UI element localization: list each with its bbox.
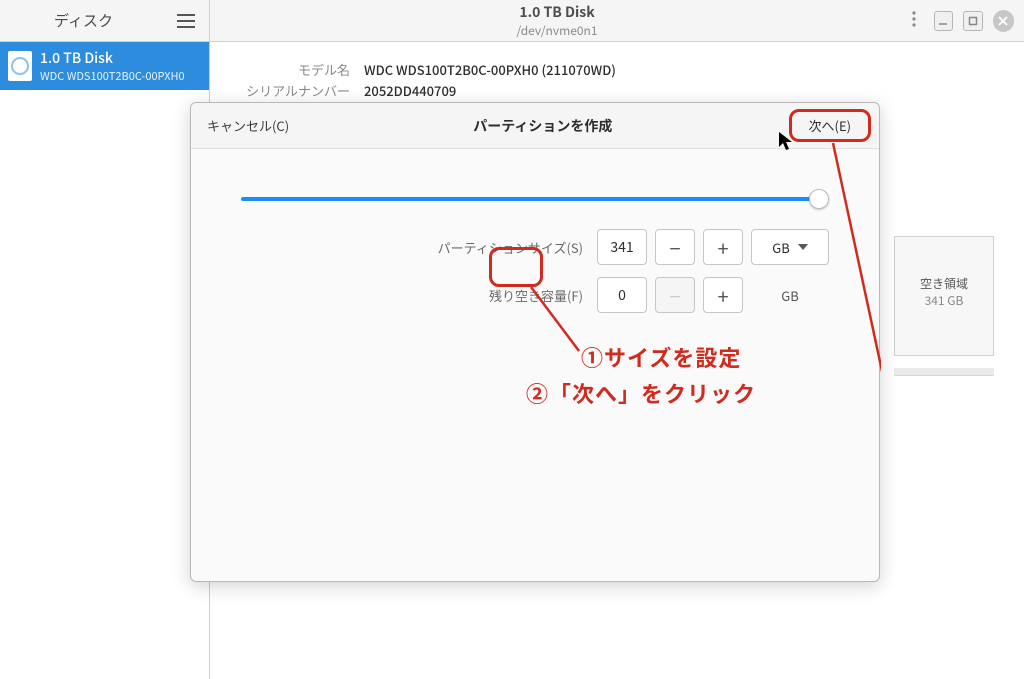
disk-title: 1.0 TB Disk xyxy=(210,2,904,22)
info-row-serial: シリアルナンバー 2052DD440709 xyxy=(240,81,994,100)
sidebar: 1.0 TB Disk WDC WDS100T2B0C-00PXH0 xyxy=(0,42,210,679)
window-header: ディスク 1.0 TB Disk /dev/nvme0n1 xyxy=(0,0,1024,42)
kebab-icon[interactable] xyxy=(904,11,923,31)
app-title: ディスク xyxy=(0,10,167,31)
free-unit-label: GB xyxy=(751,286,829,305)
cursor-icon xyxy=(778,131,794,155)
sidebar-item-disk[interactable]: 1.0 TB Disk WDC WDS100T2B0C-00PXH0 xyxy=(0,42,209,90)
disk-path: /dev/nvme0n1 xyxy=(210,22,904,39)
sidebar-disk-model: WDC WDS100T2B0C-00PXH0 xyxy=(40,68,185,84)
free-minus-button[interactable]: − xyxy=(655,277,695,313)
chevron-down-icon xyxy=(798,244,808,250)
header-center: 1.0 TB Disk /dev/nvme0n1 xyxy=(210,2,904,39)
annotation-text-2: ②「次へ」をクリック xyxy=(526,377,756,409)
partition-size-slider[interactable] xyxy=(241,189,829,209)
free-space-label: 空き領域 xyxy=(895,275,993,292)
row-free-space: 残り空き容量(F) 0 − + GB xyxy=(241,277,829,313)
partition-size-input[interactable]: 341 xyxy=(597,229,647,265)
info-model-value: WDC WDS100T2B0C-00PXH0 (211070WD) xyxy=(364,60,616,79)
info-model-key: モデル名 xyxy=(240,60,350,79)
unit-select[interactable]: GB xyxy=(751,229,829,265)
unit-select-label: GB xyxy=(772,238,790,257)
free-space-input[interactable]: 0 xyxy=(597,277,647,313)
cancel-button[interactable]: キャンセル(C) xyxy=(207,116,289,135)
slider-thumb[interactable] xyxy=(809,189,829,209)
dialog-header: キャンセル(C) パーティションを作成 次へ(E) xyxy=(191,103,879,149)
annotation-text-1: ①サイズを設定 xyxy=(581,341,741,373)
info-serial-key: シリアルナンバー xyxy=(240,81,350,100)
size-plus-button[interactable]: + xyxy=(703,229,743,265)
sidebar-disk-title: 1.0 TB Disk xyxy=(40,48,185,68)
create-partition-dialog: キャンセル(C) パーティションを作成 次へ(E) パーティションサイズ(S) … xyxy=(190,102,880,582)
next-button[interactable]: 次へ(E) xyxy=(797,113,863,138)
info-row-model: モデル名 WDC WDS100T2B0C-00PXH0 (211070WD) xyxy=(240,60,994,79)
row-partition-size: パーティションサイズ(S) 341 − + GB xyxy=(241,229,829,265)
hamburger-icon[interactable] xyxy=(167,6,205,36)
free-plus-button[interactable]: + xyxy=(703,277,743,313)
disk-icon xyxy=(8,51,32,81)
free-space-size: 341 GB xyxy=(895,292,993,309)
partition-size-label: パーティションサイズ(S) xyxy=(438,238,583,257)
free-space-label-2: 残り空き容量(F) xyxy=(489,286,583,305)
info-serial-value: 2052DD440709 xyxy=(364,81,456,100)
slider-area xyxy=(191,149,879,219)
minimize-button[interactable] xyxy=(934,11,954,31)
size-minus-button[interactable]: − xyxy=(655,229,695,265)
header-left: ディスク xyxy=(0,0,210,41)
free-space-block[interactable]: 空き領域 341 GB xyxy=(894,236,994,356)
toolbar-strip xyxy=(894,368,994,376)
dialog-title: パーティションを作成 xyxy=(289,116,796,136)
maximize-button[interactable] xyxy=(963,11,983,31)
close-button[interactable] xyxy=(993,10,1014,32)
slider-track xyxy=(241,197,813,201)
header-right xyxy=(904,10,1024,32)
